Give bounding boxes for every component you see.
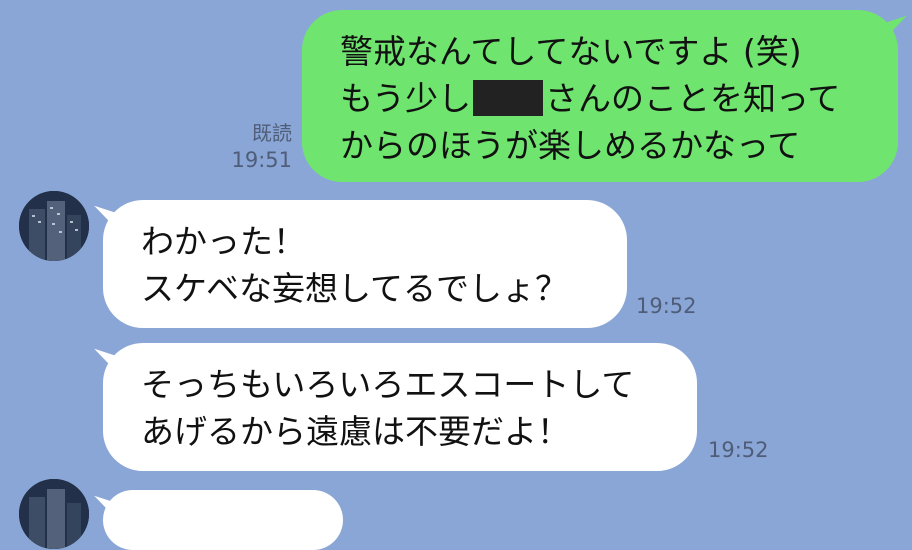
message-text: もう少し	[340, 79, 472, 118]
message-line: スケベな妄想してるでしょ？	[141, 269, 569, 308]
message-text: さんのことを知って	[545, 79, 841, 118]
message-line: 警戒なんてしてないですよ (笑)	[340, 32, 802, 71]
message-time: 19:51	[231, 148, 292, 172]
message-line: そっちもいろいろエスコートして	[141, 365, 635, 404]
read-receipt: 既読	[252, 121, 292, 145]
chat-area[interactable]: 既読 19:51 警戒なんてしてないですよ (笑) もう少し さんのことを知って …	[0, 0, 912, 550]
incoming-message-bubble[interactable]: そっちもいろいろエスコートして あげるから遠慮は不要だよ！	[103, 343, 697, 471]
message-line: あげるから遠慮は不要だよ！	[141, 412, 570, 451]
contact-avatar-icon[interactable]	[19, 479, 89, 549]
message-line: もう少し さんのことを知って	[340, 75, 898, 122]
city-night-icon	[19, 479, 89, 549]
redacted-name-block	[473, 80, 544, 116]
message-line: わかった！	[141, 222, 306, 261]
contact-avatar-icon[interactable]	[19, 191, 89, 261]
city-night-icon	[19, 191, 89, 261]
incoming-message-bubble-partial[interactable]	[103, 490, 343, 550]
message-line: からのほうが楽しめるかなって	[340, 126, 801, 165]
message-time: 19:52	[636, 294, 697, 318]
incoming-message-bubble[interactable]: わかった！ スケベな妄想してるでしょ？	[103, 200, 627, 328]
message-time: 19:52	[708, 438, 769, 462]
outgoing-message-bubble[interactable]: 警戒なんてしてないですよ (笑) もう少し さんのことを知って からのほうが楽しめ…	[302, 10, 898, 182]
